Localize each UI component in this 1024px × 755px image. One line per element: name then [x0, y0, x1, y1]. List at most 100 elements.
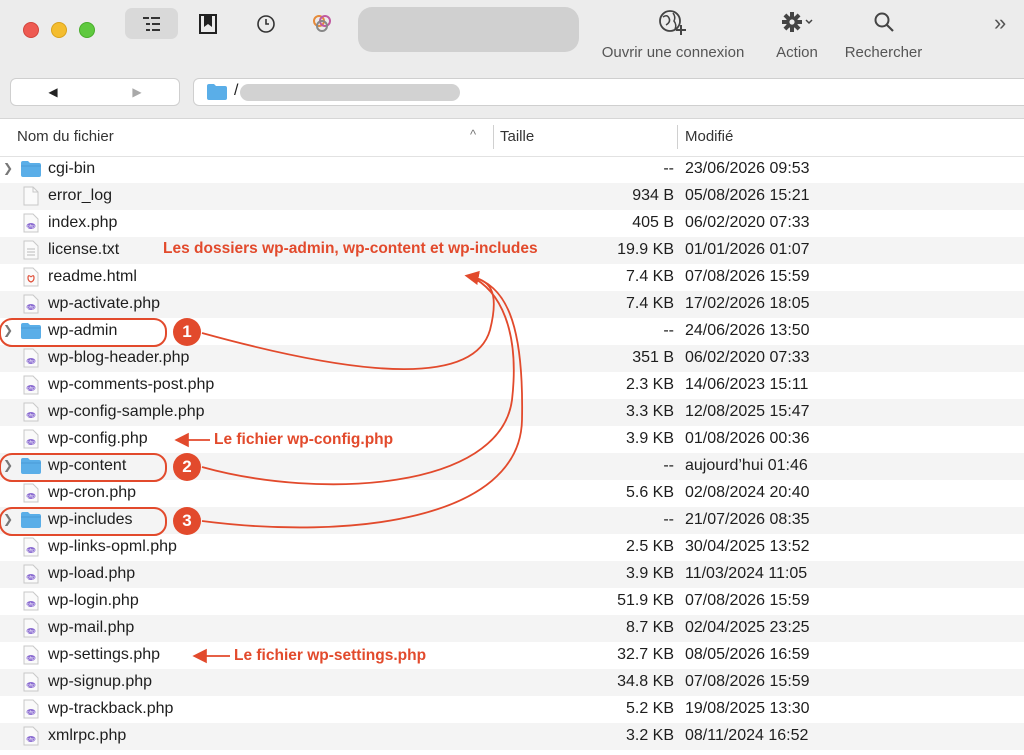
file-row[interactable]: php xmlrpc.php 3.2 KB 08/11/2024 16:52	[0, 723, 1024, 750]
file-row[interactable]: php index.php 405 B 06/02/2020 07:33	[0, 210, 1024, 237]
file-name: wp-includes	[48, 511, 133, 528]
file-name: wp-links-opml.php	[48, 538, 177, 555]
file-row[interactable]: php wp-blog-header.php 351 B 06/02/2020 07:…	[0, 345, 1024, 372]
outline-view-icon	[142, 16, 160, 31]
file-size: 5.6 KB	[625, 484, 674, 501]
column-header-size[interactable]: Taille	[500, 128, 534, 145]
file-name: readme.html	[48, 268, 137, 285]
close-window-button[interactable]	[23, 22, 39, 38]
file-row[interactable]: php wp-mail.php 8.7 KB 02/04/2025 23:25	[0, 615, 1024, 642]
file-name: wp-config-sample.php	[48, 403, 205, 420]
file-modified: 07/08/2026 15:59	[685, 268, 810, 285]
folder-row[interactable]: ❯ wp-content -- aujourd’hui 01:46	[0, 453, 1024, 480]
column-divider[interactable]	[493, 125, 494, 149]
path-selector[interactable]: /	[193, 78, 1024, 106]
file-row[interactable]: php wp-load.php 3.9 KB 11/03/2024 11:05	[0, 561, 1024, 588]
minimize-window-button[interactable]	[51, 22, 67, 38]
file-modified: 11/03/2024 11:05	[685, 565, 808, 582]
file-row[interactable]: php wp-links-opml.php 2.5 KB 30/04/2025 13:…	[0, 534, 1024, 561]
history-button[interactable]	[252, 8, 280, 39]
php-file-icon: php	[20, 698, 42, 720]
folder-row[interactable]: ❯ wp-includes -- 21/07/2026 08:35	[0, 507, 1024, 534]
svg-text:php: php	[27, 683, 35, 688]
svg-text:php: php	[27, 494, 35, 499]
text-file-icon	[20, 239, 42, 261]
column-header-name[interactable]: Nom du fichier	[17, 128, 114, 145]
file-list-header: Nom du fichier ^ Taille Modifié	[0, 119, 1024, 157]
file-modified: 06/02/2020 07:33	[685, 349, 810, 366]
outline-view-button[interactable]	[125, 8, 178, 39]
file-name: wp-login.php	[48, 592, 139, 609]
file-row[interactable]: php wp-signup.php 34.8 KB 07/08/2026 15:59	[0, 669, 1024, 696]
forward-button[interactable]: ▶	[95, 79, 179, 105]
bonjour-button[interactable]	[308, 8, 336, 39]
php-file-icon: php	[20, 482, 42, 504]
file-name: wp-signup.php	[48, 673, 153, 690]
file-row[interactable]: php wp-comments-post.php 2.3 KB 14/06/2023 …	[0, 372, 1024, 399]
file-name: wp-activate.php	[48, 295, 161, 312]
file-row[interactable]: php wp-login.php 51.9 KB 07/08/2026 15:59	[0, 588, 1024, 615]
file-modified: 14/06/2023 15:11	[685, 376, 809, 393]
svg-text:php: php	[27, 629, 35, 634]
file-size: 51.9 KB	[617, 592, 674, 609]
folder-row[interactable]: ❯ wp-admin -- 24/06/2026 13:50	[0, 318, 1024, 345]
php-file-icon: php	[20, 725, 42, 747]
sort-ascending-icon: ^	[470, 127, 477, 142]
file-modified: 06/02/2020 07:33	[685, 214, 810, 231]
file-size: 7.4 KB	[625, 295, 674, 312]
file-modified: 07/08/2026 15:59	[685, 673, 810, 690]
file-size: 32.7 KB	[617, 646, 674, 663]
back-button[interactable]: ◀	[11, 79, 95, 105]
disclosure-chevron-icon[interactable]: ❯	[3, 161, 13, 175]
action-menu-button[interactable]: Action	[766, 6, 828, 61]
file-file-icon	[20, 185, 42, 207]
file-modified: 08/11/2024 16:52	[685, 727, 809, 744]
file-list: ❯ cgi-bin -- 23/06/2026 09:53 error_log 934 B…	[0, 156, 1024, 750]
file-row[interactable]: php wp-config.php 3.9 KB 01/08/2026 00:36	[0, 426, 1024, 453]
disclosure-chevron-icon[interactable]: ❯	[3, 323, 13, 337]
bonjour-icon	[313, 14, 331, 32]
zoom-window-button[interactable]	[79, 22, 95, 38]
file-row[interactable]: php wp-trackback.php 5.2 KB 19/08/2025 13:3…	[0, 696, 1024, 723]
php-file-icon: php	[20, 563, 42, 585]
file-row[interactable]: php wp-settings.php 32.7 KB 08/05/2026 16:5…	[0, 642, 1024, 669]
bookmarks-button[interactable]	[194, 8, 222, 39]
back-forward-control: ◀ ▶	[10, 78, 180, 106]
file-modified: 05/08/2026 15:21	[685, 187, 810, 204]
file-row[interactable]: readme.html 7.4 KB 07/08/2026 15:59	[0, 264, 1024, 291]
file-size: --	[663, 322, 674, 339]
file-size: 3.9 KB	[625, 430, 674, 447]
file-size: 7.4 KB	[625, 268, 674, 285]
file-size: 3.9 KB	[625, 565, 674, 582]
file-size: 3.3 KB	[625, 403, 674, 420]
gear-icon	[782, 12, 813, 32]
disclosure-chevron-icon[interactable]: ❯	[3, 458, 13, 472]
file-name: wp-load.php	[48, 565, 136, 582]
column-divider[interactable]	[677, 125, 678, 149]
file-row[interactable]: license.txt 19.9 KB 01/01/2026 01:07	[0, 237, 1024, 264]
file-modified: 24/06/2026 13:50	[685, 322, 810, 339]
file-row[interactable]: php wp-config-sample.php 3.3 KB 12/08/2025 …	[0, 399, 1024, 426]
file-row[interactable]: error_log 934 B 05/08/2026 15:21	[0, 183, 1024, 210]
svg-text:php: php	[27, 224, 35, 229]
file-modified: 01/08/2026 00:36	[685, 430, 810, 447]
file-row[interactable]: php wp-cron.php 5.6 KB 02/08/2024 20:40	[0, 480, 1024, 507]
file-size: 3.2 KB	[625, 727, 674, 744]
bookmark-icon	[199, 13, 217, 34]
file-row[interactable]: php wp-activate.php 7.4 KB 17/02/2026 18:05	[0, 291, 1024, 318]
file-name: index.php	[48, 214, 118, 231]
column-header-modified[interactable]: Modifié	[685, 128, 733, 145]
php-file-icon: php	[20, 590, 42, 612]
file-size: 934 B	[632, 187, 674, 204]
server-address-field[interactable]	[358, 7, 579, 52]
folder-icon	[20, 158, 42, 180]
folder-row[interactable]: ❯ cgi-bin -- 23/06/2026 09:53	[0, 156, 1024, 183]
php-file-icon: php	[20, 617, 42, 639]
search-button[interactable]: Rechercher	[836, 6, 931, 61]
disclosure-chevron-icon[interactable]: ❯	[3, 512, 13, 526]
toolbar-overflow-chevron-icon[interactable]: »	[994, 10, 1006, 36]
file-size: 405 B	[632, 214, 674, 231]
open-connection-button[interactable]: Ouvrir une connexion	[590, 6, 756, 61]
file-modified: 19/08/2025 13:30	[685, 700, 810, 717]
file-name: license.txt	[48, 241, 120, 258]
